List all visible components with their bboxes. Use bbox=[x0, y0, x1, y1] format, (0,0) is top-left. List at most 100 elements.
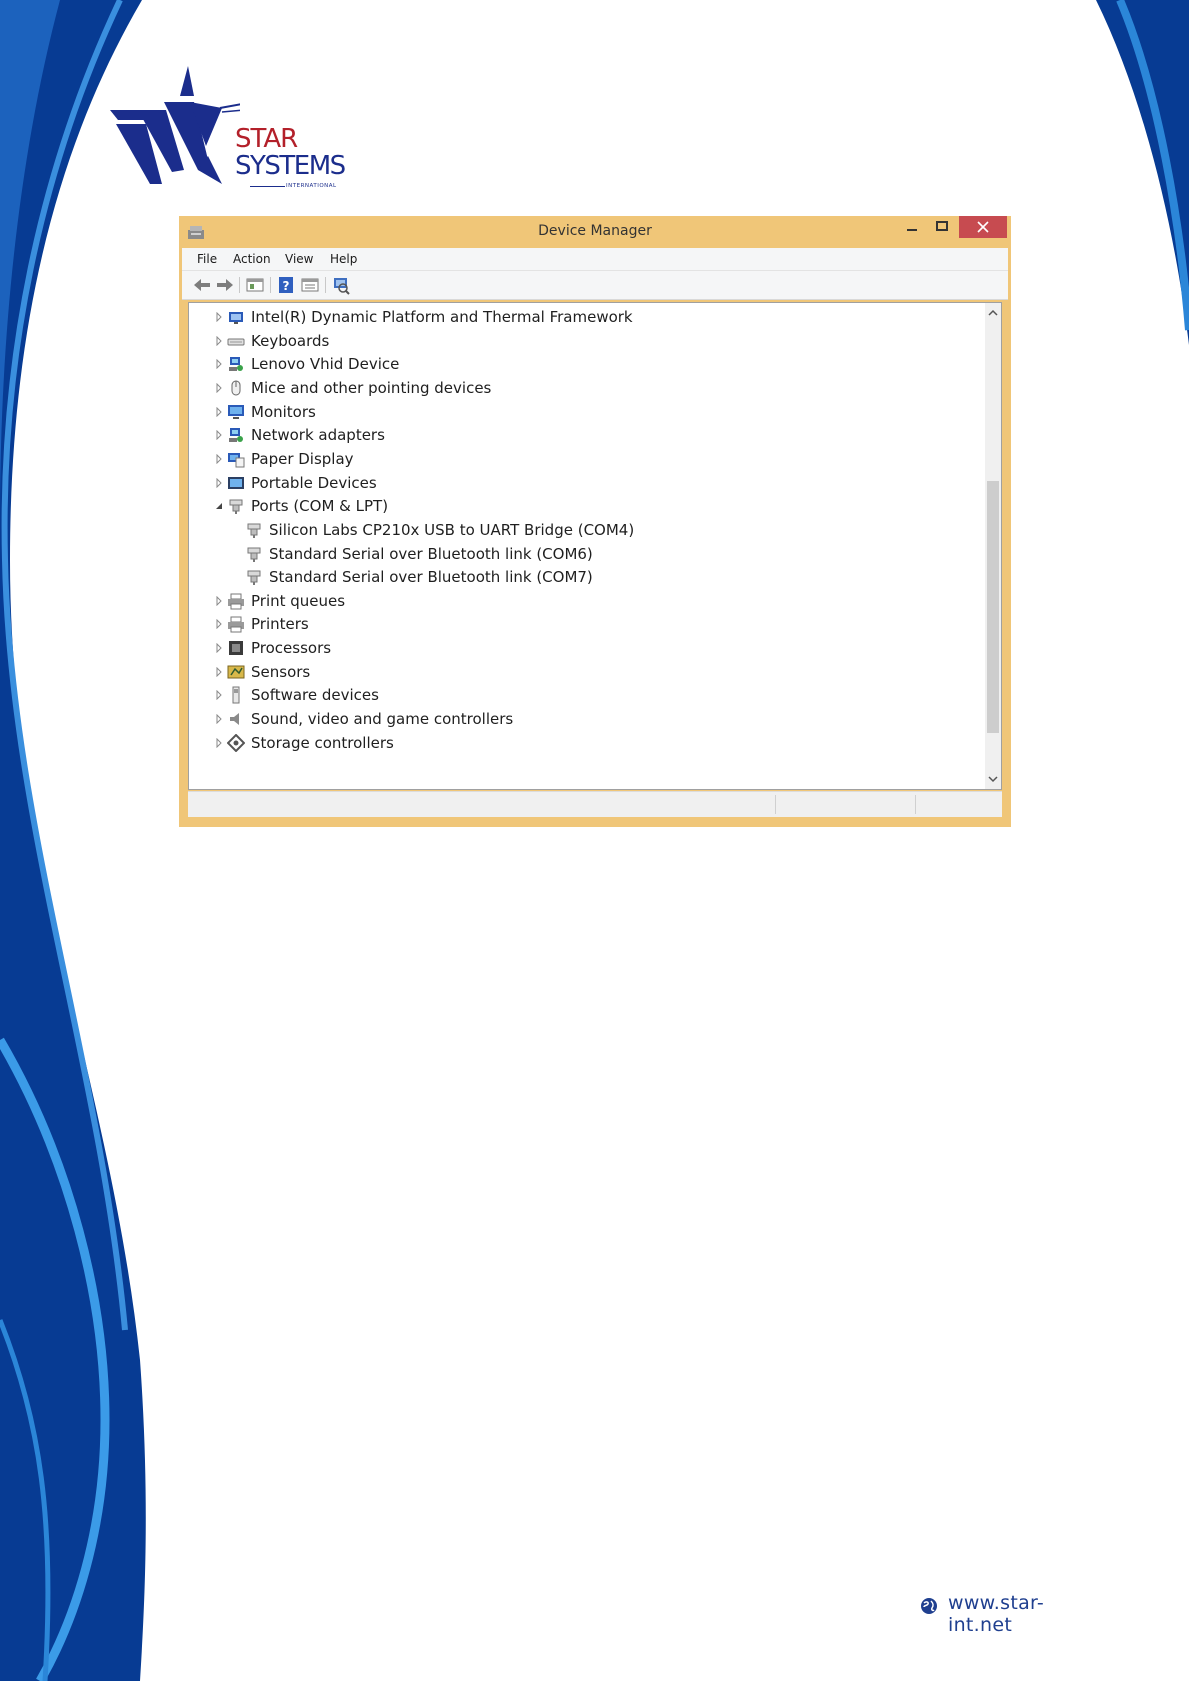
collapsed-arrow-icon[interactable] bbox=[215, 430, 223, 441]
collapsed-arrow-icon[interactable] bbox=[215, 666, 223, 677]
star-systems-logo: STAR SYSTEMS INTERNATIONAL bbox=[110, 60, 380, 200]
back-icon bbox=[194, 279, 210, 291]
scrollbar-thumb[interactable] bbox=[987, 481, 999, 733]
vertical-scrollbar[interactable] bbox=[985, 303, 1001, 789]
show-hide-tree-button[interactable] bbox=[245, 275, 265, 295]
tree-item-label: Keyboards bbox=[251, 331, 330, 350]
tree-category-item[interactable]: Sensors bbox=[189, 660, 979, 684]
speaker-icon bbox=[230, 713, 239, 726]
tree-item-label: Sensors bbox=[251, 662, 311, 681]
tree-item-label: Print queues bbox=[251, 591, 346, 610]
logo-text-star: STAR bbox=[235, 124, 298, 154]
expanded-arrow-icon[interactable] bbox=[215, 501, 223, 511]
tree-category-item[interactable]: Ports (COM & LPT) bbox=[189, 494, 979, 518]
tree-category-item[interactable]: Keyboards bbox=[189, 329, 979, 353]
port-icon bbox=[247, 547, 261, 562]
maximize-button[interactable] bbox=[927, 216, 957, 238]
tree-category-item[interactable]: Mice and other pointing devices bbox=[189, 376, 979, 400]
port-icon bbox=[229, 499, 243, 515]
tree-category-item[interactable]: Print queues bbox=[189, 589, 979, 613]
back-button[interactable] bbox=[192, 275, 212, 295]
tree-child-item[interactable]: Standard Serial over Bluetooth link (COM… bbox=[189, 542, 979, 566]
tree-item-label: Standard Serial over Bluetooth link (COM… bbox=[269, 568, 593, 587]
collapsed-arrow-icon[interactable] bbox=[215, 643, 223, 654]
tree-item-label: Network adapters bbox=[251, 426, 385, 445]
software-device-icon bbox=[232, 686, 240, 704]
tree-item-label: Standard Serial over Bluetooth link (COM… bbox=[269, 544, 593, 563]
properties-icon bbox=[301, 278, 319, 292]
minimize-icon bbox=[907, 229, 917, 231]
tree-item-label: Mice and other pointing devices bbox=[251, 378, 492, 397]
collapsed-arrow-icon[interactable] bbox=[215, 595, 223, 606]
website-url[interactable]: www.star-int.net bbox=[948, 1592, 1100, 1636]
sensor-icon bbox=[227, 665, 245, 679]
collapsed-arrow-icon[interactable] bbox=[215, 477, 223, 488]
tree-category-item[interactable]: Intel(R) Dynamic Platform and Thermal Fr… bbox=[189, 305, 979, 329]
tree-category-item[interactable]: Network adapters bbox=[189, 423, 979, 447]
tree-item-label: Printers bbox=[251, 615, 309, 634]
network-device-icon bbox=[229, 357, 243, 372]
scan-hardware-button[interactable] bbox=[331, 275, 351, 295]
menu-action[interactable]: Action bbox=[233, 252, 271, 266]
keyboard-icon bbox=[227, 338, 245, 346]
tree-child-item[interactable]: Silicon Labs CP210x USB to UART Bridge (… bbox=[189, 518, 979, 542]
portable-device-icon bbox=[228, 476, 244, 489]
menu-file[interactable]: File bbox=[197, 252, 217, 266]
mouse-icon bbox=[231, 380, 241, 396]
tree-category-item[interactable]: Paper Display bbox=[189, 447, 979, 471]
tree-category-item[interactable]: Portable Devices bbox=[189, 471, 979, 495]
collapsed-arrow-icon[interactable] bbox=[215, 312, 223, 322]
collapsed-arrow-icon[interactable] bbox=[215, 382, 223, 393]
menu-view[interactable]: View bbox=[285, 252, 313, 266]
collapsed-arrow-icon[interactable] bbox=[215, 619, 223, 630]
help-button[interactable]: ? bbox=[276, 275, 296, 295]
collapsed-arrow-icon[interactable] bbox=[215, 690, 223, 701]
tree-category-item[interactable]: Printers bbox=[189, 612, 979, 636]
port-icon bbox=[247, 523, 261, 538]
collapsed-arrow-icon[interactable] bbox=[215, 737, 223, 748]
tree-category-item[interactable]: Lenovo Vhid Device bbox=[189, 352, 979, 376]
processor-icon bbox=[229, 641, 243, 656]
collapsed-arrow-icon[interactable] bbox=[215, 714, 223, 725]
menu-help[interactable]: Help bbox=[330, 252, 357, 266]
scroll-up-icon[interactable] bbox=[985, 305, 1001, 321]
tree-item-label: Intel(R) Dynamic Platform and Thermal Fr… bbox=[251, 308, 633, 326]
tree-category-item[interactable]: Monitors bbox=[189, 400, 979, 424]
forward-icon bbox=[217, 279, 233, 291]
tree-item-label: Portable Devices bbox=[251, 473, 377, 492]
tree-category-item[interactable]: Storage controllers bbox=[189, 731, 979, 755]
collapsed-arrow-icon[interactable] bbox=[215, 335, 223, 346]
toolbar-separator bbox=[270, 277, 271, 293]
title-bar[interactable]: Device Manager bbox=[179, 216, 1011, 246]
tree-item-label: Sound, video and game controllers bbox=[251, 710, 514, 729]
forward-button[interactable] bbox=[215, 275, 235, 295]
logo-text-international: INTERNATIONAL bbox=[286, 183, 337, 189]
tree-item-label: Processors bbox=[251, 639, 332, 658]
logo-text-systems: SYSTEMS bbox=[235, 151, 346, 181]
paper-display-icon bbox=[228, 452, 245, 468]
tree-child-item[interactable]: Standard Serial over Bluetooth link (COM… bbox=[189, 565, 979, 589]
status-separator bbox=[915, 795, 916, 814]
tree-category-item[interactable]: Sound, video and game controllers bbox=[189, 707, 979, 731]
collapsed-arrow-icon[interactable] bbox=[215, 453, 223, 464]
show-hide-tree-icon bbox=[246, 278, 264, 292]
tree-item-label: Silicon Labs CP210x USB to UART Bridge (… bbox=[269, 520, 635, 539]
storage-controller-icon bbox=[227, 733, 245, 752]
properties-button[interactable] bbox=[300, 275, 320, 295]
tree-category-item[interactable]: Software devices bbox=[189, 683, 979, 707]
minimize-button[interactable] bbox=[897, 216, 927, 238]
scroll-down-icon[interactable] bbox=[985, 771, 1001, 787]
menu-bar: File Action View Help bbox=[182, 248, 1008, 271]
help-icon: ? bbox=[279, 277, 293, 293]
star-logo-icon bbox=[110, 66, 240, 184]
tree-category-item[interactable]: Processors bbox=[189, 636, 979, 660]
maximize-icon bbox=[936, 221, 948, 231]
window-title: Device Manager bbox=[538, 223, 652, 239]
tree-item-label: Ports (COM & LPT) bbox=[251, 497, 389, 516]
tree-item-label: Monitors bbox=[251, 402, 316, 421]
close-button[interactable] bbox=[959, 216, 1007, 238]
tree-item-label: Storage controllers bbox=[251, 733, 394, 752]
collapsed-arrow-icon[interactable] bbox=[215, 359, 223, 370]
printer-icon bbox=[228, 593, 244, 610]
collapsed-arrow-icon[interactable] bbox=[215, 406, 223, 417]
